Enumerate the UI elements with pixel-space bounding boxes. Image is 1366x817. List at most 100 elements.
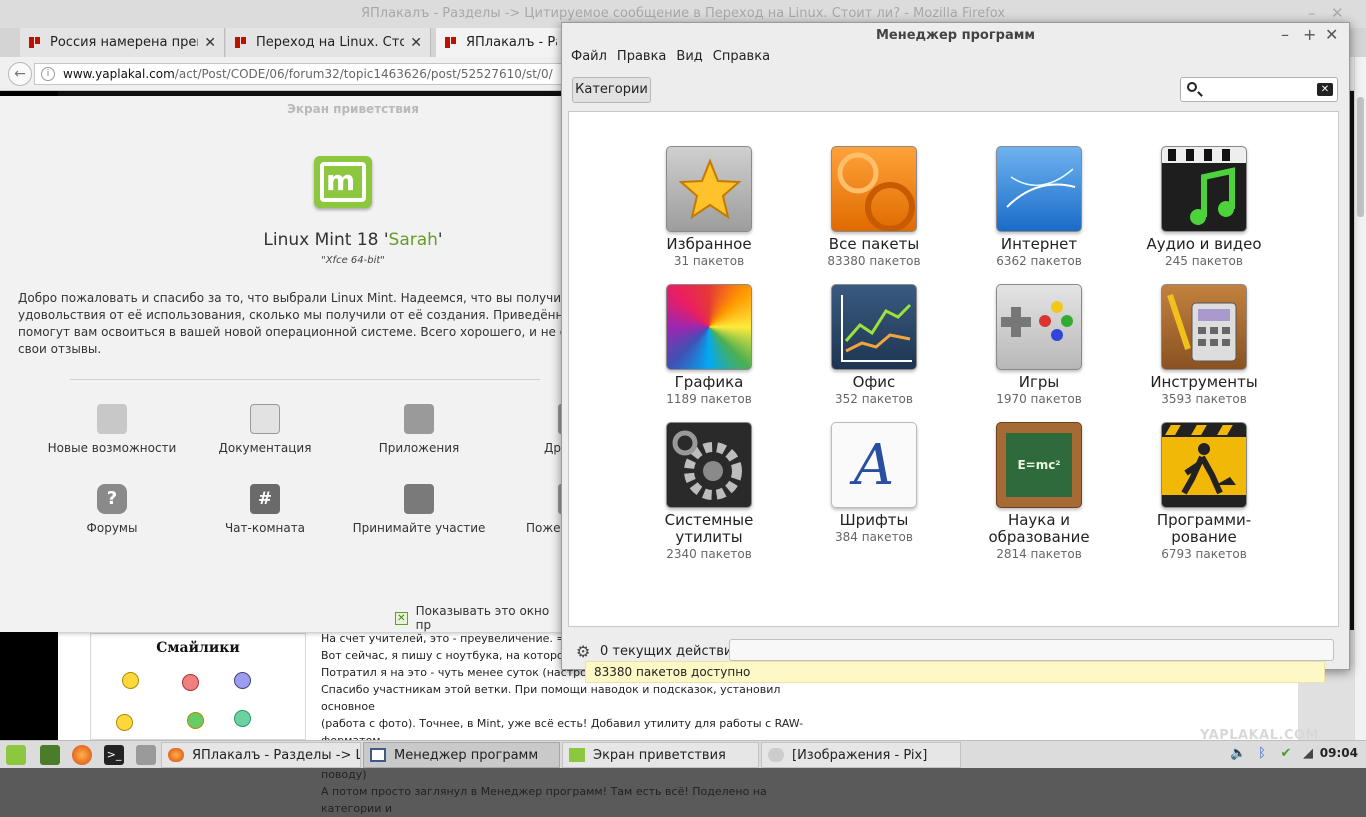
chat-room-button[interactable]: # Чат-комната bbox=[195, 484, 335, 537]
new-features-button[interactable]: Новые возможности bbox=[42, 404, 182, 457]
calculator-icon bbox=[1161, 284, 1247, 370]
search-input[interactable]: ✕ bbox=[1180, 77, 1338, 102]
tab-yaplakal[interactable]: ЯПлакалъ - Разд bbox=[436, 28, 566, 57]
update-shield-icon[interactable]: ✔ bbox=[1278, 746, 1294, 762]
mint-menu-icon[interactable] bbox=[6, 745, 26, 765]
smiley-gun-icon[interactable] bbox=[187, 712, 204, 729]
smiley-love-icon[interactable] bbox=[182, 674, 199, 691]
task-firefox[interactable]: ЯПлакалъ - Разделы -> Ц... bbox=[161, 742, 361, 768]
category-count: 384 пакетов bbox=[835, 530, 913, 544]
smiley-icon[interactable] bbox=[122, 672, 139, 689]
button-label: Чат-комната bbox=[224, 521, 306, 535]
categories-button[interactable]: Категории bbox=[572, 77, 651, 103]
smiley-sad-icon[interactable] bbox=[234, 672, 251, 689]
scrollbar-thumb[interactable] bbox=[1357, 97, 1364, 217]
back-arrow-icon[interactable]: ← bbox=[8, 62, 32, 86]
color-wheel-icon bbox=[666, 284, 752, 370]
category-science[interactable]: E=mc² Наука и образование 2814 пакетов bbox=[964, 422, 1114, 562]
post-line: А потом просто заглянул в Менеджер прогр… bbox=[321, 785, 767, 815]
question-icon: ? bbox=[97, 484, 127, 514]
category-internet[interactable]: Интернет 6362 пакетов bbox=[964, 146, 1114, 269]
gear-icon bbox=[666, 422, 752, 508]
category-name: Аудио и видео bbox=[1146, 235, 1262, 253]
close-tab-icon[interactable]: ✕ bbox=[410, 35, 422, 51]
package-icon bbox=[404, 404, 434, 434]
hash-icon: # bbox=[250, 484, 280, 514]
bluetooth-icon[interactable]: ᛒ bbox=[1254, 746, 1270, 762]
category-count: 2814 пакетов bbox=[996, 547, 1082, 561]
menu-file[interactable]: Файл bbox=[571, 49, 607, 71]
menu-view[interactable]: Вид bbox=[676, 49, 702, 71]
smiley-thumbs-icon[interactable] bbox=[116, 714, 133, 731]
search-icon bbox=[1187, 82, 1197, 92]
ff-close-button[interactable]: ✕ bbox=[1331, 4, 1344, 22]
show-on-startup-checkbox[interactable]: ✕ Показывать это окно пр bbox=[395, 604, 563, 632]
chart-icon bbox=[831, 284, 917, 370]
taskbar: >_ ЯПлакалъ - Разделы -> Ц... Менеджер п… bbox=[0, 740, 1366, 768]
category-audio-video[interactable]: Аудио и видео 245 пакетов bbox=[1129, 146, 1279, 269]
status-bar: ⚙ 0 текущих действий bbox=[568, 635, 1339, 665]
tab-russia[interactable]: Россия намерена прекр... ✕ bbox=[20, 28, 225, 57]
document-icon bbox=[250, 404, 280, 434]
close-tab-icon[interactable]: ✕ bbox=[204, 35, 216, 51]
network-icon[interactable]: ◢ bbox=[1300, 746, 1316, 762]
url-path: /act/Post/CODE/06/forum32/topic1463626/p… bbox=[174, 67, 553, 81]
forums-button[interactable]: ? Форумы bbox=[42, 484, 182, 537]
category-fonts[interactable]: A Шрифты 384 пакетов bbox=[799, 422, 949, 545]
tab-linux[interactable]: Переход на Linux. Стоит... ✕ bbox=[226, 28, 431, 57]
category-office[interactable]: Офис 352 пакетов bbox=[799, 284, 949, 407]
file-manager-icon[interactable] bbox=[136, 745, 156, 765]
yaplakal-favicon-icon bbox=[444, 36, 458, 50]
category-name: Офис bbox=[852, 373, 896, 391]
smilies-panel: Смайлики bbox=[90, 633, 306, 740]
distro-quote: ' bbox=[437, 230, 443, 250]
progress-bar bbox=[729, 639, 1334, 661]
checkbox-checked-icon[interactable]: ✕ bbox=[395, 611, 408, 625]
url-host: www.yaplakal.com bbox=[63, 67, 175, 81]
category-favorites[interactable]: Избранное 31 пакетов bbox=[634, 146, 784, 269]
menu-help[interactable]: Справка bbox=[713, 49, 770, 71]
task-software-manager[interactable]: Менеджер программ bbox=[363, 742, 560, 768]
font-icon: A bbox=[831, 422, 917, 508]
categories-grid: Избранное 31 пакетов Все пакеты 83380 па… bbox=[568, 111, 1339, 683]
page-scrollbar[interactable] bbox=[1354, 57, 1366, 740]
menu-bar: Файл Правка Вид Справка bbox=[562, 49, 1349, 71]
volume-icon[interactable]: 🔈 bbox=[1230, 746, 1246, 762]
music-icon bbox=[1161, 146, 1247, 232]
category-games[interactable]: Игры 1970 пакетов bbox=[964, 284, 1114, 407]
clock[interactable]: 09:04 bbox=[1320, 746, 1358, 760]
category-count: 245 пакетов bbox=[1165, 254, 1243, 268]
category-name: Программи-рование bbox=[1156, 511, 1252, 546]
category-system-tools[interactable]: Системные утилиты 2340 пакетов bbox=[634, 422, 784, 562]
documentation-button[interactable]: Документация bbox=[195, 404, 335, 457]
category-count: 352 пакетов bbox=[835, 392, 913, 406]
applications-button[interactable]: Приложения bbox=[349, 404, 489, 457]
category-count: 31 пакетов bbox=[673, 254, 745, 268]
task-pix[interactable]: [Изображения - Pix] bbox=[761, 742, 961, 768]
info-icon[interactable]: i bbox=[41, 67, 55, 81]
task-welcome[interactable]: Экран приветствия bbox=[562, 742, 759, 768]
url-bar[interactable]: i www.yaplakal.com /act/Post/CODE/06/for… bbox=[34, 63, 574, 85]
firefox-icon[interactable] bbox=[72, 745, 92, 765]
category-all-packages[interactable]: Все пакеты 83380 пакетов bbox=[799, 146, 949, 269]
category-programming[interactable]: Программи-рование 6793 пакетов bbox=[1129, 422, 1279, 562]
maximize-button[interactable]: + bbox=[1303, 25, 1316, 44]
terminal-icon[interactable]: >_ bbox=[104, 745, 124, 765]
category-count: 83380 пакетов bbox=[827, 254, 921, 268]
menu-edit[interactable]: Правка bbox=[617, 49, 666, 71]
yaplakal-favicon-icon bbox=[28, 36, 42, 50]
gear-icon: ⚙ bbox=[576, 642, 591, 661]
distro-edition: Sarah bbox=[388, 230, 438, 250]
ff-minimize-button[interactable]: – bbox=[1308, 4, 1316, 22]
star-icon bbox=[666, 146, 752, 232]
get-involved-button[interactable]: Принимайте участие bbox=[349, 484, 489, 537]
minimize-button[interactable]: – bbox=[1281, 25, 1289, 44]
close-button[interactable]: ✕ bbox=[1325, 25, 1338, 44]
clear-icon[interactable]: ✕ bbox=[1317, 83, 1333, 96]
category-tools[interactable]: Инструменты 3593 пакетов bbox=[1129, 284, 1279, 407]
smiley-green-icon[interactable] bbox=[234, 710, 251, 727]
category-graphics[interactable]: Графика 1189 пакетов bbox=[634, 284, 784, 407]
show-desktop-icon[interactable] bbox=[40, 745, 60, 765]
category-name: Все пакеты bbox=[828, 235, 920, 253]
category-count: 3593 пакетов bbox=[1161, 392, 1247, 406]
